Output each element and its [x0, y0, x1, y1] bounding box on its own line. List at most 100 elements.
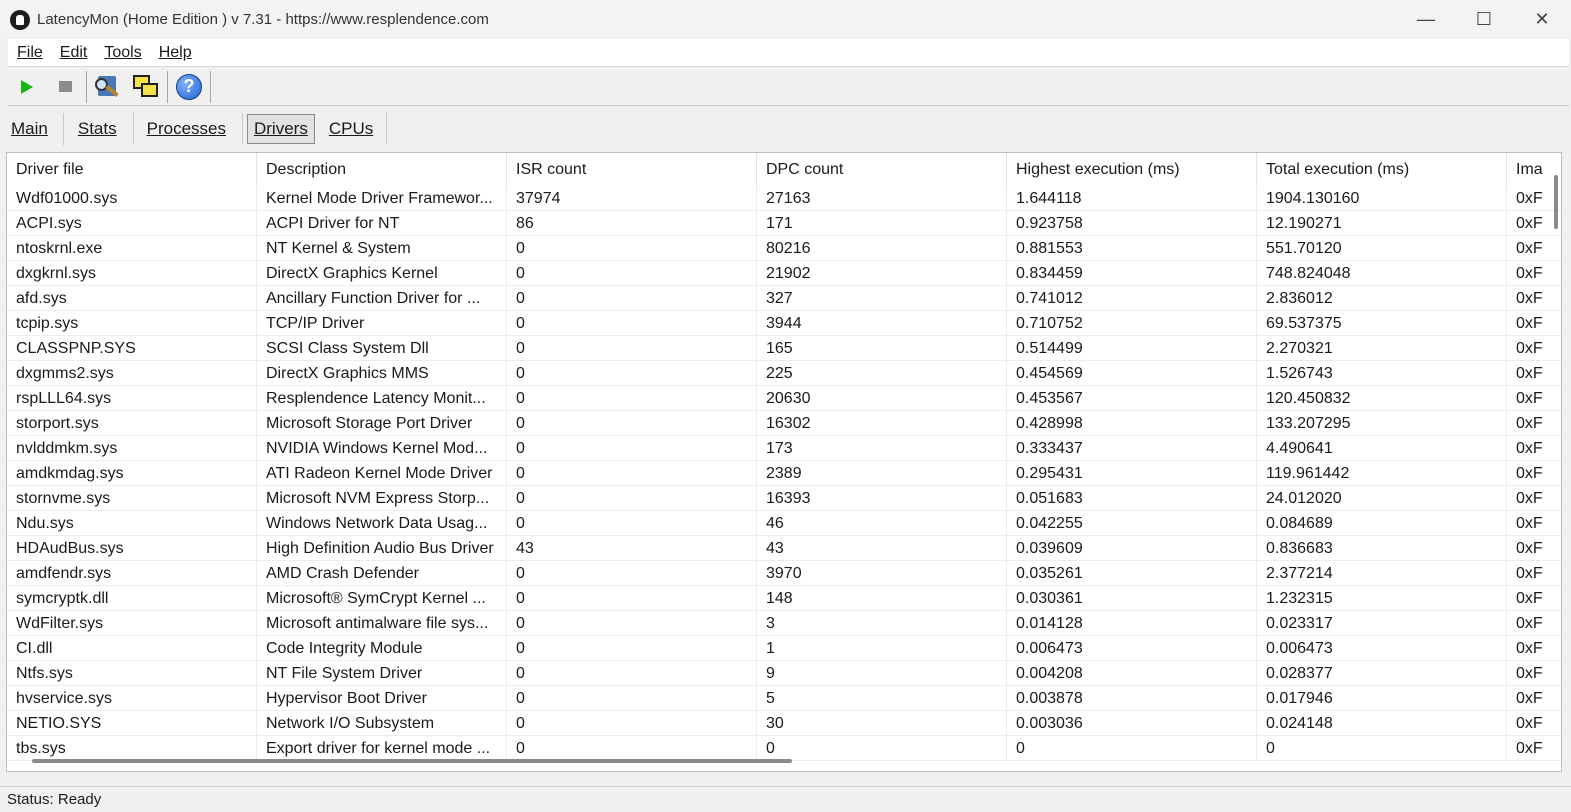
table-cell: 24.012020 — [1257, 486, 1507, 511]
table-cell: 0 — [507, 636, 757, 661]
table-cell: 0xF — [1507, 236, 1561, 261]
table-row[interactable]: amdkmdag.sys ATI Radeon Kernel Mode Drive… — [7, 461, 1561, 486]
window-controls: — ☐ ✕ — [1397, 0, 1571, 39]
table-row[interactable]: Ndu.sys Windows Network Data Usag... 0 46 0.… — [7, 511, 1561, 536]
help-button[interactable]: ? — [173, 71, 205, 103]
table-cell: 0 — [507, 611, 757, 636]
table-cell: 0xF — [1507, 636, 1561, 661]
menu-bar: File Edit Tools Help — [8, 39, 1569, 67]
table-cell: NVIDIA Windows Kernel Mod... — [257, 436, 507, 461]
stop-button[interactable] — [49, 71, 81, 103]
table-cell: 21902 — [757, 261, 1007, 286]
table-cell: 0.004208 — [1007, 661, 1257, 686]
tab-cpus[interactable]: CPUs — [319, 113, 388, 145]
table-row[interactable]: ntoskrnl.exe NT Kernel & System 0 80216 0.88… — [7, 236, 1561, 261]
menu-tools[interactable]: Tools — [95, 44, 149, 62]
table-cell: 0.017946 — [1257, 686, 1507, 711]
table-cell: 0.834459 — [1007, 261, 1257, 286]
column-header-driver-file[interactable]: Driver file — [7, 153, 257, 186]
table-cell: 0 — [507, 311, 757, 336]
table-cell: 0.014128 — [1007, 611, 1257, 636]
table-row[interactable]: amdfendr.sys AMD Crash Defender 0 3970 0.035… — [7, 561, 1561, 586]
vertical-scrollbar[interactable] — [1554, 175, 1558, 229]
column-header-highest-execution[interactable]: Highest execution (ms) — [1007, 153, 1257, 186]
table-cell: 0.084689 — [1257, 511, 1507, 536]
table-cell: 0 — [507, 461, 757, 486]
table-cell: 0 — [1007, 736, 1257, 761]
table-cell: 0.051683 — [1007, 486, 1257, 511]
table-cell: Microsoft NVM Express Storp... — [257, 486, 507, 511]
table-cell: 0.006473 — [1257, 636, 1507, 661]
table-row[interactable]: afd.sys Ancillary Function Driver for ...… — [7, 286, 1561, 311]
tab-main[interactable]: Main — [0, 113, 64, 145]
table-cell: 119.961442 — [1257, 461, 1507, 486]
table-row[interactable]: storport.sys Microsoft Storage Port Drive… — [7, 411, 1561, 436]
table-row[interactable]: hvservice.sys Hypervisor Boot Driver 0 5 0.0… — [7, 686, 1561, 711]
column-header-total-execution[interactable]: Total execution (ms) — [1257, 153, 1507, 186]
table-cell: 0 — [1257, 736, 1507, 761]
table-row[interactable]: dxgkrnl.sys DirectX Graphics Kernel 0 21902… — [7, 261, 1561, 286]
table-cell: 16393 — [757, 486, 1007, 511]
toolbar-separator — [86, 70, 87, 103]
column-header-description[interactable]: Description — [257, 153, 507, 186]
start-button[interactable] — [11, 71, 43, 103]
table-cell: 3 — [757, 611, 1007, 636]
table-row[interactable]: stornvme.sys Microsoft NVM Express Storp.… — [7, 486, 1561, 511]
tab-stats[interactable]: Stats — [64, 113, 134, 145]
menu-help[interactable]: Help — [150, 44, 200, 62]
table-row[interactable]: NETIO.SYS Network I/O Subsystem 0 30 0.00303… — [7, 711, 1561, 736]
table-cell: 0xF — [1507, 436, 1561, 461]
menu-edit[interactable]: Edit — [51, 44, 96, 62]
table-cell: Hypervisor Boot Driver — [257, 686, 507, 711]
menu-file[interactable]: File — [8, 44, 51, 62]
table-cell: 0xF — [1507, 611, 1561, 636]
table-cell: 171 — [757, 211, 1007, 236]
windows-button[interactable] — [130, 71, 162, 103]
minimize-icon[interactable]: — — [1397, 0, 1455, 39]
column-header-isr-count[interactable]: ISR count — [507, 153, 757, 186]
tab-processes[interactable]: Processes — [134, 113, 243, 145]
table-cell: 120.450832 — [1257, 386, 1507, 411]
close-icon[interactable]: ✕ — [1513, 0, 1571, 39]
table-row[interactable]: Wdf01000.sys Kernel Mode Driver Framewor.… — [7, 186, 1561, 211]
table-cell: HDAudBus.sys — [7, 536, 257, 561]
table-row[interactable]: dxgmms2.sys DirectX Graphics MMS 0 225 0.454… — [7, 361, 1561, 386]
table-row[interactable]: WdFilter.sys Microsoft antimalware file s… — [7, 611, 1561, 636]
table-cell: rspLLL64.sys — [7, 386, 257, 411]
horizontal-scrollbar[interactable] — [32, 759, 792, 763]
table-cell: Windows Network Data Usag... — [257, 511, 507, 536]
table-cell: 0xF — [1507, 286, 1561, 311]
stop-icon — [58, 81, 72, 92]
table-row[interactable]: CLASSPNP.SYS SCSI Class System Dll 0 165 0.5… — [7, 336, 1561, 361]
table-row[interactable]: Ntfs.sys NT File System Driver 0 9 0.004208 0… — [7, 661, 1561, 686]
table-cell: 0 — [507, 661, 757, 686]
table-cell: Ndu.sys — [7, 511, 257, 536]
table-row[interactable]: nvlddmkm.sys NVIDIA Windows Kernel Mod...… — [7, 436, 1561, 461]
table-cell: 0.030361 — [1007, 586, 1257, 611]
table-cell: 0 — [507, 236, 757, 261]
table-row[interactable]: tbs.sys Export driver for kernel mode ...… — [7, 736, 1561, 761]
table-row[interactable]: HDAudBus.sys High Definition Audio Bus Dr… — [7, 536, 1561, 561]
table-row[interactable]: symcryptk.dll Microsoft® SymCrypt Kernel … — [7, 586, 1561, 611]
table-cell: DirectX Graphics Kernel — [257, 261, 507, 286]
table-cell: afd.sys — [7, 286, 257, 311]
table-cell: 327 — [757, 286, 1007, 311]
table-cell: 0.710752 — [1007, 311, 1257, 336]
analyze-button[interactable] — [92, 71, 124, 103]
windows-icon — [133, 74, 159, 99]
table-row[interactable]: CI.dll Code Integrity Module 0 1 0.006473 0.0… — [7, 636, 1561, 661]
table-cell: 133.207295 — [1257, 411, 1507, 436]
table-cell: 0 — [507, 436, 757, 461]
maximize-icon[interactable]: ☐ — [1455, 0, 1513, 39]
table-cell: SCSI Class System Dll — [257, 336, 507, 361]
toolbar-separator — [210, 70, 211, 103]
table-cell: Export driver for kernel mode ... — [257, 736, 507, 761]
table-cell: 86 — [507, 211, 757, 236]
tab-drivers[interactable]: Drivers — [246, 114, 315, 144]
table-row[interactable]: ACPI.sys ACPI Driver for NT 86 171 0.923758 1… — [7, 211, 1561, 236]
column-header-dpc-count[interactable]: DPC count — [757, 153, 1007, 186]
table-cell: 2.270321 — [1257, 336, 1507, 361]
table-row[interactable]: tcpip.sys TCP/IP Driver 0 3944 0.710752 69.53… — [7, 311, 1561, 336]
table-cell: 0.039609 — [1007, 536, 1257, 561]
table-row[interactable]: rspLLL64.sys Resplendence Latency Monit..… — [7, 386, 1561, 411]
